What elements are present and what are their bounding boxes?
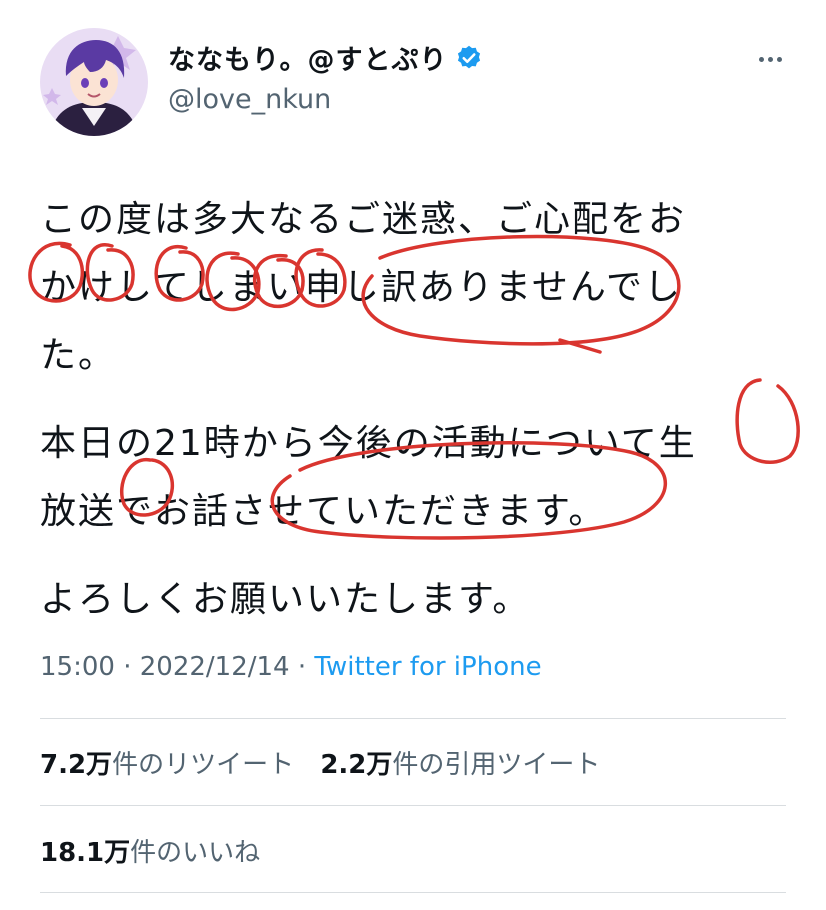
quotes-stat[interactable]: 2.2万件の引用ツイート: [320, 750, 600, 780]
divider: [40, 718, 786, 719]
handle[interactable]: @love_nkun: [168, 84, 331, 115]
author-name-row[interactable]: ななもり。@すとぷり: [168, 38, 483, 77]
avatar[interactable]: [40, 28, 148, 136]
likes-label: 件のいいね: [130, 838, 261, 868]
tweet-source-link[interactable]: Twitter for iPhone: [314, 652, 541, 682]
tweet-date[interactable]: 2022/12/14: [140, 652, 290, 682]
tweet-paragraph-1: この度は多大なるご迷惑、ご心配をお かけしてしまい申し訳ありませんでし た。: [40, 199, 687, 376]
display-name[interactable]: ななもり。@すとぷり: [168, 38, 447, 77]
verified-badge-icon: [455, 44, 483, 72]
tweet-time[interactable]: 15:00: [40, 652, 115, 682]
more-options-icon[interactable]: [750, 44, 790, 74]
meta-separator: ·: [297, 652, 307, 682]
retweets-count: 7.2万: [40, 750, 113, 780]
quotes-count: 2.2万: [320, 750, 393, 780]
engagement-stats-row: 7.2万件のリツイート 2.2万件の引用ツイート: [40, 744, 618, 781]
likes-row: 18.1万件のいいね: [40, 832, 278, 869]
likes-stat[interactable]: 18.1万件のいいね: [40, 838, 260, 868]
meta-separator: ·: [123, 652, 132, 682]
retweets-label: 件のリツイート: [112, 750, 295, 780]
likes-count: 18.1万: [40, 838, 131, 868]
retweets-stat[interactable]: 7.2万件のリツイート: [40, 750, 294, 780]
tweet-text: この度は多大なるご迷惑、ご心配をお かけしてしまい申し訳ありませんでし た。 本…: [40, 186, 810, 654]
tweet-paragraph-3: よろしくお願いいたします。: [40, 579, 531, 620]
divider: [40, 805, 786, 806]
divider: [40, 892, 786, 893]
quotes-label: 件の引用ツイート: [392, 750, 601, 780]
tweet-paragraph-2: 本日の21時から今後の活動について生 放送でお話させていただきます。: [40, 423, 697, 532]
tweet-meta: 15:00 · 2022/12/14 · Twitter for iPhone: [40, 652, 542, 682]
